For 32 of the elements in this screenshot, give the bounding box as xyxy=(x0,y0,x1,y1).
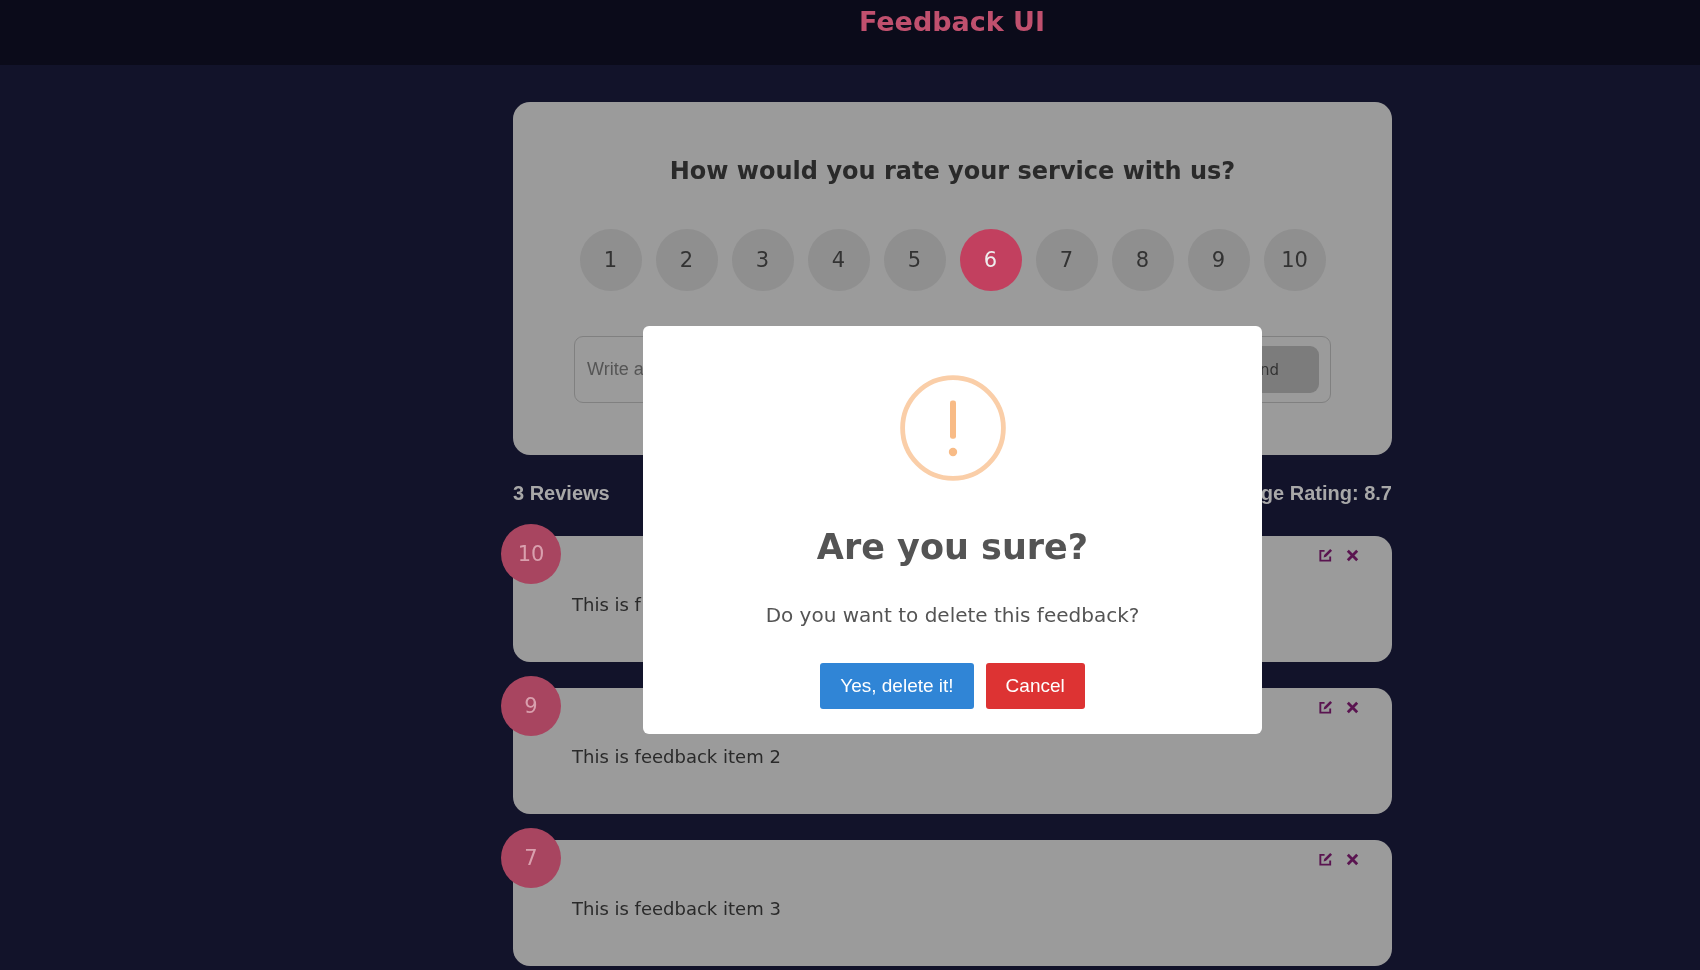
rating-option[interactable]: 7 xyxy=(1035,229,1098,291)
rating-badge: 9 xyxy=(501,676,561,736)
rating-option[interactable]: 4 xyxy=(807,229,870,291)
edit-icon[interactable] xyxy=(1318,548,1333,563)
rating-option[interactable]: 10 xyxy=(1263,229,1326,291)
edit-icon[interactable] xyxy=(1318,700,1333,715)
confirm-button[interactable]: Yes, delete it! xyxy=(820,663,974,709)
review-text: This is f xyxy=(572,594,641,615)
rating-option[interactable]: 6 xyxy=(959,229,1022,291)
rating-option[interactable]: 1 xyxy=(579,229,642,291)
close-icon[interactable] xyxy=(1345,852,1360,867)
rating-question: How would you rate your service with us? xyxy=(669,157,1236,185)
rating-badge: 7 xyxy=(501,828,561,888)
app-title: Feedback UI xyxy=(858,6,1046,37)
review-count: 3 Reviews xyxy=(513,482,610,505)
review-text: This is feedback item 3 xyxy=(572,898,781,919)
review-input-field[interactable]: Write a xyxy=(587,359,667,380)
dialog-message: Do you want to delete this feedback? xyxy=(765,603,1140,627)
warning-icon xyxy=(898,374,1007,482)
rating-option[interactable]: 5 xyxy=(883,229,946,291)
close-icon[interactable] xyxy=(1345,700,1360,715)
average-rating: ge Rating: 8.7 xyxy=(1260,482,1392,505)
cancel-button[interactable]: Cancel xyxy=(985,663,1085,709)
close-icon[interactable] xyxy=(1345,548,1360,563)
rating-badge: 10 xyxy=(501,524,561,584)
rating-option[interactable]: 9 xyxy=(1187,229,1250,291)
rating-option[interactable]: 8 xyxy=(1111,229,1174,291)
rating-option[interactable]: 2 xyxy=(655,229,718,291)
dialog-title: Are you sure? xyxy=(816,527,1089,567)
rating-option[interactable]: 3 xyxy=(731,229,794,291)
review-text: This is feedback item 2 xyxy=(572,746,781,767)
edit-icon[interactable] xyxy=(1318,852,1333,867)
